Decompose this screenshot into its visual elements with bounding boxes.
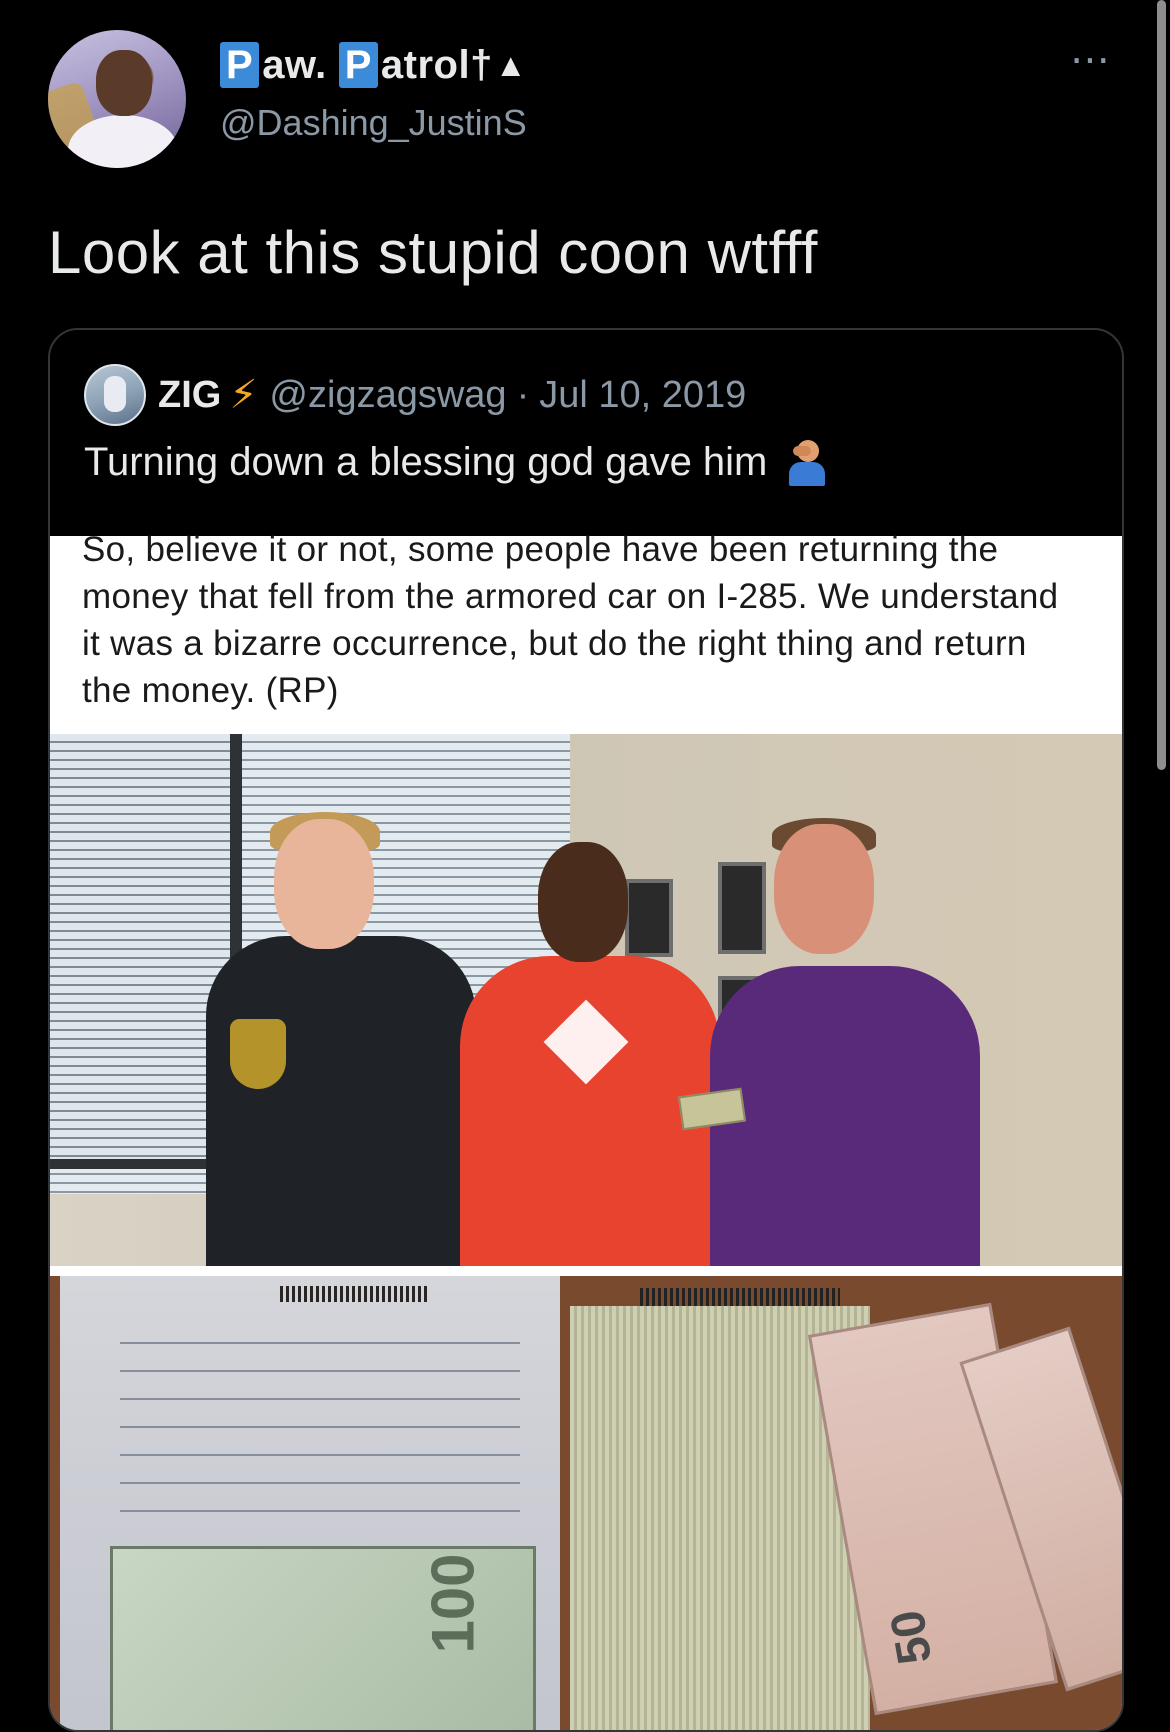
quoted-text-body: Turning down a blessing god gave him (84, 439, 768, 484)
quoted-tweet-image[interactable]: So, believe it or not, some people have … (50, 530, 1122, 1730)
tweet-text: Look at this stupid coon wtfff (48, 219, 818, 286)
officer-figure (206, 936, 476, 1266)
author-display-name[interactable]: P aw. P atrol † ▲ (220, 42, 527, 88)
tweet-header: P aw. P atrol † ▲ @Dashing_JustinS ⋯ (48, 30, 1128, 170)
separator-dot: · (516, 373, 530, 416)
triangle-icon: ▲ (494, 46, 527, 83)
cross-icon: † (470, 42, 493, 87)
hundred-dollar-bill: 100 (110, 1546, 536, 1730)
image-caption-text: So, believe it or not, some people have … (82, 530, 1059, 710)
name-part-atrol: atrol (380, 42, 471, 87)
photo-money-evidence-bags: 100 50 (50, 1276, 1122, 1730)
quoted-tweet-text: Turning down a blessing god gave him (84, 438, 829, 486)
scrollbar[interactable] (1157, 0, 1166, 770)
quoted-author-avatar[interactable] (84, 364, 146, 426)
quoted-tweet-date[interactable]: Jul 10, 2019 (539, 374, 746, 417)
facepalm-icon (785, 438, 829, 486)
barcode (640, 1288, 840, 1306)
name-box-p1: P (220, 42, 260, 88)
custody-form (120, 1316, 520, 1536)
wall-frame (625, 879, 673, 957)
more-options-icon[interactable]: ⋯ (1070, 40, 1112, 80)
bill-denomination: 50 (880, 1606, 943, 1669)
name-box-p2: P (338, 42, 378, 88)
quoted-author-name[interactable]: ZIG (158, 374, 221, 417)
barcode (280, 1286, 430, 1302)
author-handle[interactable]: @Dashing_JustinS (220, 102, 527, 144)
author-avatar[interactable] (48, 30, 186, 168)
lightning-bolt-icon: ⚡ (229, 373, 258, 417)
bill-denomination: 100 (419, 1553, 487, 1654)
quoted-author-handle[interactable]: @zigzagswag (269, 374, 506, 417)
name-part-aw: aw. (262, 42, 327, 87)
wall-frame (718, 862, 766, 954)
police-patch (230, 1019, 286, 1089)
man-purple-shirt-figure (710, 966, 980, 1266)
quoted-tweet-header: ZIG ⚡ @zigzagswag · Jul 10, 2019 (84, 364, 746, 426)
photo-three-men-with-cash (50, 734, 1122, 1266)
quoted-tweet[interactable]: ZIG ⚡ @zigzagswag · Jul 10, 2019 Turning… (48, 328, 1124, 1732)
